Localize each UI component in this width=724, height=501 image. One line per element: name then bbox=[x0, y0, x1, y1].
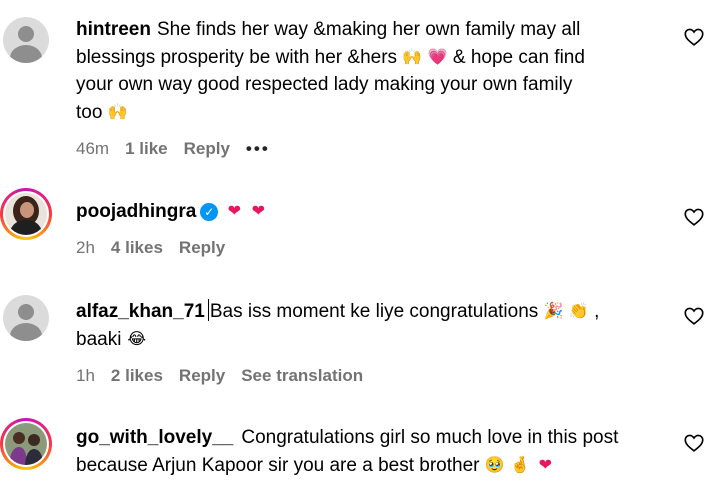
pink-heart-emoji: 💗 bbox=[427, 47, 448, 66]
heart-outline-icon[interactable] bbox=[683, 26, 705, 48]
likes-count[interactable]: 1 like bbox=[125, 139, 168, 158]
comment-body: hintreen She finds her way &making her ow… bbox=[76, 19, 585, 123]
comment-meta: 1h 2 likes Reply See translation bbox=[76, 366, 379, 386]
likes-count[interactable]: 2 likes bbox=[111, 366, 163, 385]
comment-username[interactable]: hintreen bbox=[76, 19, 151, 40]
comment-username[interactable]: go_with_lovely__ bbox=[76, 427, 233, 448]
see-translation-button[interactable]: See translation bbox=[241, 366, 363, 385]
profile-photo bbox=[5, 193, 47, 235]
raised-hands-emoji: 🙌 bbox=[402, 47, 423, 66]
default-avatar-icon bbox=[3, 295, 49, 341]
profile-photo bbox=[5, 423, 47, 465]
heart-outline-icon[interactable] bbox=[683, 305, 705, 327]
red-heart-emoji: ❤ bbox=[251, 201, 266, 220]
default-avatar-icon bbox=[3, 17, 49, 63]
avatar[interactable] bbox=[0, 292, 52, 344]
comment-time: 46m bbox=[76, 139, 110, 158]
raised-hands-emoji: 🙌 bbox=[107, 102, 128, 121]
likes-count[interactable]: 4 likes bbox=[111, 238, 163, 257]
avatar[interactable] bbox=[0, 14, 52, 66]
comment-time: 2h bbox=[76, 238, 95, 257]
party-popper-emoji: 🎉 bbox=[543, 301, 564, 320]
reply-button[interactable]: Reply bbox=[179, 238, 225, 257]
comment-body: poojadhingra ✓ ❤ ❤ bbox=[76, 197, 666, 225]
comment-body: go_with_lovely__ Congratulations girl so … bbox=[76, 427, 619, 476]
red-heart-emoji: ❤ bbox=[227, 201, 242, 220]
clapping-hands-emoji: 👏 bbox=[568, 301, 589, 320]
red-heart-emoji: ❤ bbox=[538, 455, 553, 474]
comment-time: 1h bbox=[76, 366, 95, 385]
teary-face-emoji: 🥹 bbox=[484, 455, 505, 474]
comment-body: alfaz_khan_71 Bas iss moment ke liye cong… bbox=[76, 297, 666, 353]
heart-outline-icon[interactable] bbox=[683, 432, 705, 454]
heart-outline-icon[interactable] bbox=[683, 206, 705, 228]
comment-username[interactable]: alfaz_khan_71 bbox=[76, 301, 205, 322]
verified-badge-icon: ✓ bbox=[200, 203, 219, 221]
text-cursor bbox=[207, 299, 209, 321]
laughing-emoji: 😂 bbox=[127, 329, 147, 348]
avatar[interactable] bbox=[0, 188, 52, 240]
comment-meta: 2h 4 likes Reply bbox=[76, 238, 241, 258]
avatar[interactable] bbox=[0, 418, 52, 470]
story-ring bbox=[0, 418, 52, 470]
reply-button[interactable]: Reply bbox=[184, 139, 230, 158]
more-options-icon[interactable]: ••• bbox=[246, 139, 270, 158]
story-ring bbox=[0, 188, 52, 240]
comment-username[interactable]: poojadhingra bbox=[76, 201, 196, 222]
reply-button[interactable]: Reply bbox=[179, 366, 225, 385]
crossed-fingers-emoji: 🤞 bbox=[510, 455, 530, 474]
comment-meta: 46m 1 like Reply ••• bbox=[76, 139, 286, 159]
